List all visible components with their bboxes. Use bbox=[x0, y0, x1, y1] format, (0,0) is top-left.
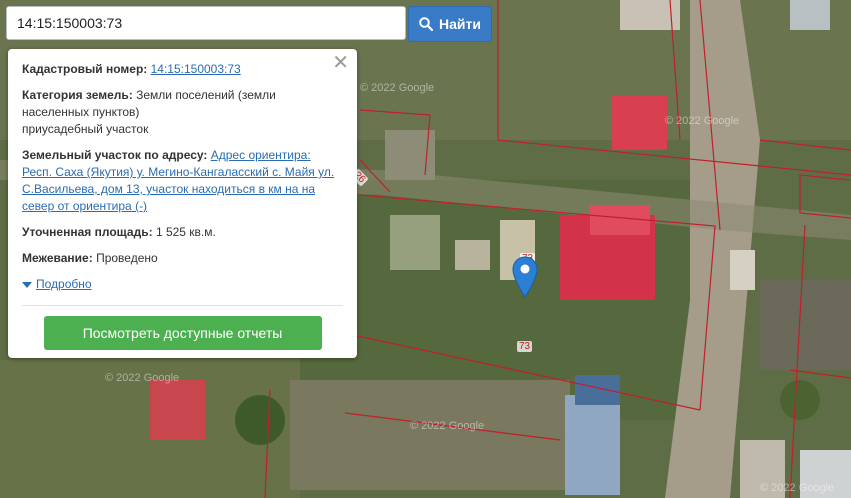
search-button[interactable]: Найти bbox=[408, 6, 492, 42]
map-watermark: © 2022 Google bbox=[410, 420, 485, 432]
details-link[interactable]: Подробно bbox=[36, 276, 92, 293]
land-category-row: Категория земель: Земли поселений (земли… bbox=[22, 87, 343, 138]
area-value: 1 525 кв.м. bbox=[155, 225, 216, 239]
survey-label: Межевание: bbox=[22, 251, 93, 265]
address-row: Земельный участок по адресу: Адрес ориен… bbox=[22, 147, 343, 215]
survey-row: Межевание: Проведено bbox=[22, 250, 343, 267]
land-use-value: приусадебный участок bbox=[22, 122, 149, 136]
survey-value: Проведено bbox=[96, 251, 158, 265]
map-watermark: © 2022 Google bbox=[665, 115, 740, 127]
land-category-label: Категория земель: bbox=[22, 88, 133, 102]
search-input[interactable] bbox=[6, 6, 406, 40]
cadastral-number-label: Кадастровый номер: bbox=[22, 62, 148, 76]
search-bar: Найти bbox=[6, 6, 492, 42]
view-reports-button[interactable]: Посмотреть доступные отчеты bbox=[43, 316, 322, 350]
map-watermark: © 2022 Google bbox=[760, 482, 835, 494]
address-label: Земельный участок по адресу: bbox=[22, 148, 208, 162]
cadastral-number-row: Кадастровый номер: 14:15:150003:73 bbox=[22, 61, 343, 78]
divider bbox=[22, 305, 343, 306]
area-label: Уточненная площадь: bbox=[22, 225, 153, 239]
cadastral-number-link[interactable]: 14:15:150003:73 bbox=[151, 62, 241, 76]
map-pin-icon[interactable] bbox=[512, 256, 538, 298]
map-watermark: © 2022 Google bbox=[360, 82, 435, 94]
map-watermark: © 2022 Google bbox=[105, 372, 180, 384]
search-icon bbox=[419, 17, 434, 31]
parcel-info-popup: ✕ Кадастровый номер: 14:15:150003:73 Кат… bbox=[8, 49, 357, 358]
details-toggle[interactable]: Подробно bbox=[22, 276, 343, 293]
close-icon[interactable]: ✕ bbox=[332, 53, 349, 73]
plot-number-label[interactable]: 73 bbox=[517, 341, 533, 352]
chevron-down-icon bbox=[22, 281, 32, 288]
area-row: Уточненная площадь: 1 525 кв.м. bbox=[22, 224, 343, 241]
search-button-label: Найти bbox=[439, 16, 481, 32]
